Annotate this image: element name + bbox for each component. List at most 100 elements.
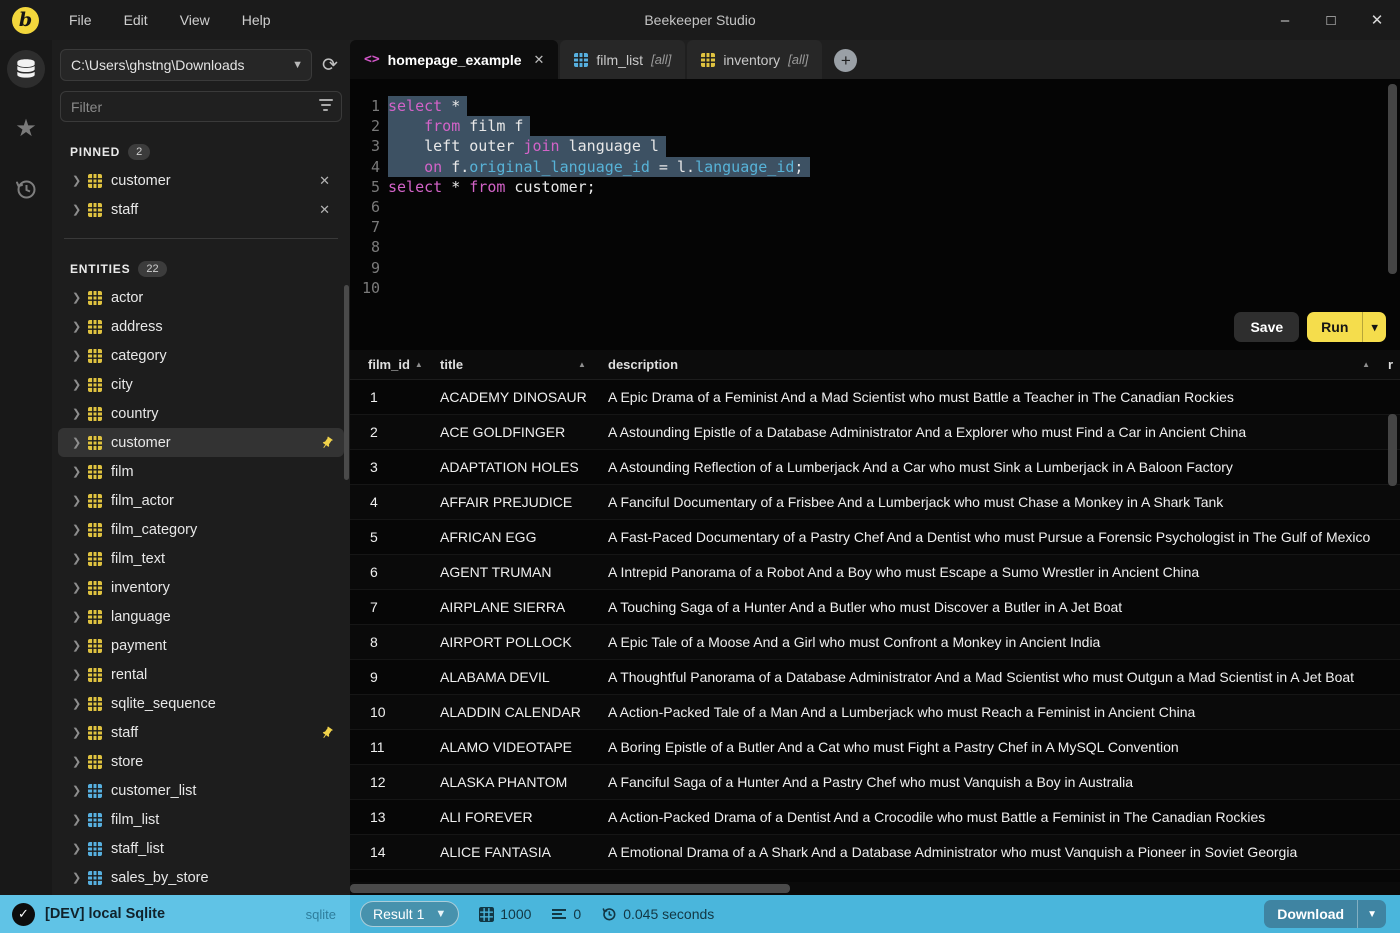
chevron-right-icon[interactable]: ❯ — [72, 552, 88, 565]
download-button[interactable]: Download — [1264, 900, 1357, 928]
table-row[interactable]: 10 ALADDIN CALENDAR A Action-Packed Tale o… — [350, 695, 1400, 730]
menu-file[interactable]: File — [57, 8, 104, 32]
editor-scrollbar[interactable] — [1388, 84, 1397, 274]
database-path-select[interactable]: C:\Users\ghstng\Downloads ▼ — [60, 49, 312, 81]
entity-item-address[interactable]: ❯ address — [58, 312, 344, 341]
chevron-right-icon[interactable]: ❯ — [72, 871, 88, 884]
chevron-right-icon[interactable]: ❯ — [72, 378, 88, 391]
table-row[interactable]: 15ALIEN CENTERA Brilliant Drama of a Cat… — [350, 870, 1400, 882]
table-row[interactable]: 13 ALI FOREVER A Action-Packed Drama of a … — [350, 800, 1400, 835]
chevron-right-icon[interactable]: ❯ — [72, 291, 88, 304]
chevron-right-icon[interactable]: ❯ — [72, 436, 88, 449]
entity-item-film[interactable]: ❯ film — [58, 457, 344, 486]
entity-item-inventory[interactable]: ❯ inventory — [58, 573, 344, 602]
chevron-right-icon[interactable]: ❯ — [72, 813, 88, 826]
column-header-film-id[interactable]: film_id ▲ — [350, 357, 440, 372]
refresh-icon[interactable]: ⟳ — [318, 54, 342, 77]
database-icon[interactable] — [7, 50, 45, 88]
code-line-1[interactable]: 1 select * — [350, 96, 1400, 117]
entity-item-staff_list[interactable]: ❯ staff_list — [58, 834, 344, 863]
chevron-right-icon[interactable]: ❯ — [72, 610, 88, 623]
pinned-item-customer[interactable]: ❯ customer ✕ — [58, 166, 344, 195]
entity-item-film_text[interactable]: ❯ film_text — [58, 544, 344, 573]
table-row[interactable]: 12 ALASKA PHANTOM A Fanciful Saga of a Hun… — [350, 765, 1400, 800]
save-button[interactable]: Save — [1234, 312, 1300, 342]
code-line-5[interactable]: 5 select * from customer; — [350, 177, 1400, 197]
table-row[interactable]: 8 AIRPORT POLLOCK A Epic Tale of a Moose A… — [350, 625, 1400, 660]
entity-item-customer_list[interactable]: ❯ customer_list — [58, 776, 344, 805]
chevron-right-icon[interactable]: ❯ — [72, 349, 88, 362]
chevron-right-icon[interactable]: ❯ — [72, 320, 88, 333]
chevron-right-icon[interactable]: ❯ — [72, 639, 88, 652]
tab-homepage_example[interactable]: <> homepage_example ✕ — [350, 40, 559, 79]
minimize-icon[interactable]: – — [1262, 0, 1308, 40]
tab-close-icon[interactable]: ✕ — [534, 52, 545, 68]
entity-item-store[interactable]: ❯ store — [58, 747, 344, 776]
code-line-6[interactable]: 6 — [350, 197, 1400, 217]
favorites-star-icon[interactable]: ★ — [7, 110, 45, 148]
table-row[interactable]: 7 AIRPLANE SIERRA A Touching Saga of a Hun… — [350, 590, 1400, 625]
code-line-2[interactable]: 2 from film f — [350, 116, 1400, 137]
menu-view[interactable]: View — [168, 8, 222, 32]
close-icon[interactable]: ✕ — [1354, 0, 1400, 40]
entity-item-sales_by_store[interactable]: ❯ sales_by_store — [58, 863, 344, 892]
entity-item-actor[interactable]: ❯ actor — [58, 283, 344, 312]
table-row[interactable]: 6 AGENT TRUMAN A Intrepid Panorama of a Ro… — [350, 555, 1400, 590]
chevron-right-icon[interactable]: ❯ — [72, 668, 88, 681]
entity-item-staff[interactable]: ❯ staff — [58, 718, 344, 747]
chevron-right-icon[interactable]: ❯ — [72, 523, 88, 536]
results-scrollbar[interactable] — [1388, 414, 1397, 486]
unpin-close-icon[interactable]: ✕ — [315, 202, 334, 218]
entity-item-rental[interactable]: ❯ rental — [58, 660, 344, 689]
code-line-4[interactable]: 4 on f.original_language_id = l.language… — [350, 156, 1400, 177]
code-line-8[interactable]: 8 — [350, 237, 1400, 257]
run-options-caret-icon[interactable]: ▼ — [1362, 312, 1386, 342]
chevron-right-icon[interactable]: ❯ — [72, 465, 88, 478]
table-row[interactable]: 14 ALICE FANTASIA A Emotional Drama of a A… — [350, 835, 1400, 870]
entity-item-customer[interactable]: ❯ customer — [58, 428, 344, 457]
column-header-description[interactable]: description — [608, 357, 1400, 372]
table-row[interactable]: 11 ALAMO VIDEOTAPE A Boring Epistle of a B… — [350, 730, 1400, 765]
result-selector[interactable]: Result 1 ▼ — [360, 901, 460, 927]
chevron-right-icon[interactable]: ❯ — [72, 697, 88, 710]
history-icon[interactable] — [7, 170, 45, 208]
table-row[interactable]: 4 AFFAIR PREJUDICE A Fanciful Documentary … — [350, 485, 1400, 520]
table-row[interactable]: 1 ACADEMY DINOSAUR A Epic Drama of a Femin… — [350, 380, 1400, 415]
horizontal-scrollbar-thumb[interactable] — [350, 884, 790, 893]
chevron-right-icon[interactable]: ❯ — [72, 842, 88, 855]
sidebar-scrollbar[interactable] — [344, 285, 349, 480]
entity-item-film_actor[interactable]: ❯ film_actor — [58, 486, 344, 515]
chevron-right-icon[interactable]: ❯ — [72, 203, 88, 216]
new-tab-button[interactable]: + — [834, 49, 858, 72]
chevron-right-icon[interactable]: ❯ — [72, 755, 88, 768]
maximize-icon[interactable]: □ — [1308, 0, 1354, 40]
entity-item-country[interactable]: ❯ country — [58, 399, 344, 428]
download-options-caret-icon[interactable]: ▼ — [1357, 900, 1386, 928]
entity-item-city[interactable]: ❯ city — [58, 370, 344, 399]
entity-item-category[interactable]: ❯ category — [58, 341, 344, 370]
menu-edit[interactable]: Edit — [112, 8, 160, 32]
unpin-close-icon[interactable]: ✕ — [315, 173, 334, 189]
pinned-item-staff[interactable]: ❯ staff ✕ — [58, 195, 344, 224]
entity-item-sqlite_sequence[interactable]: ❯ sqlite_sequence — [58, 689, 344, 718]
table-row[interactable]: 2 ACE GOLDFINGER A Astounding Epistle of a… — [350, 415, 1400, 450]
entity-item-language[interactable]: ❯ language — [58, 602, 344, 631]
chevron-right-icon[interactable]: ❯ — [72, 407, 88, 420]
tab-inventory[interactable]: inventory [all] — [687, 40, 823, 79]
chevron-right-icon[interactable]: ❯ — [72, 784, 88, 797]
pin-icon[interactable] — [320, 726, 334, 740]
tab-film_list[interactable]: film_list [all] — [560, 40, 686, 79]
chevron-right-icon[interactable]: ❯ — [72, 581, 88, 594]
chevron-right-icon[interactable]: ❯ — [72, 726, 88, 739]
entity-item-film_category[interactable]: ❯ film_category — [58, 515, 344, 544]
code-line-7[interactable]: 7 — [350, 217, 1400, 237]
entity-item-film_list[interactable]: ❯ film_list — [58, 805, 344, 834]
filter-input[interactable] — [60, 91, 342, 122]
table-row[interactable]: 3 ADAPTATION HOLES A Astounding Reflection… — [350, 450, 1400, 485]
menu-help[interactable]: Help — [230, 8, 283, 32]
pin-icon[interactable] — [320, 436, 334, 450]
code-line-9[interactable]: 9 — [350, 258, 1400, 278]
table-row[interactable]: 9 ALABAMA DEVIL A Thoughtful Panorama of a… — [350, 660, 1400, 695]
code-line-10[interactable]: 10 — [350, 278, 1400, 298]
sql-editor[interactable]: 1 select * 2 from film f3 left outer join … — [350, 79, 1400, 350]
